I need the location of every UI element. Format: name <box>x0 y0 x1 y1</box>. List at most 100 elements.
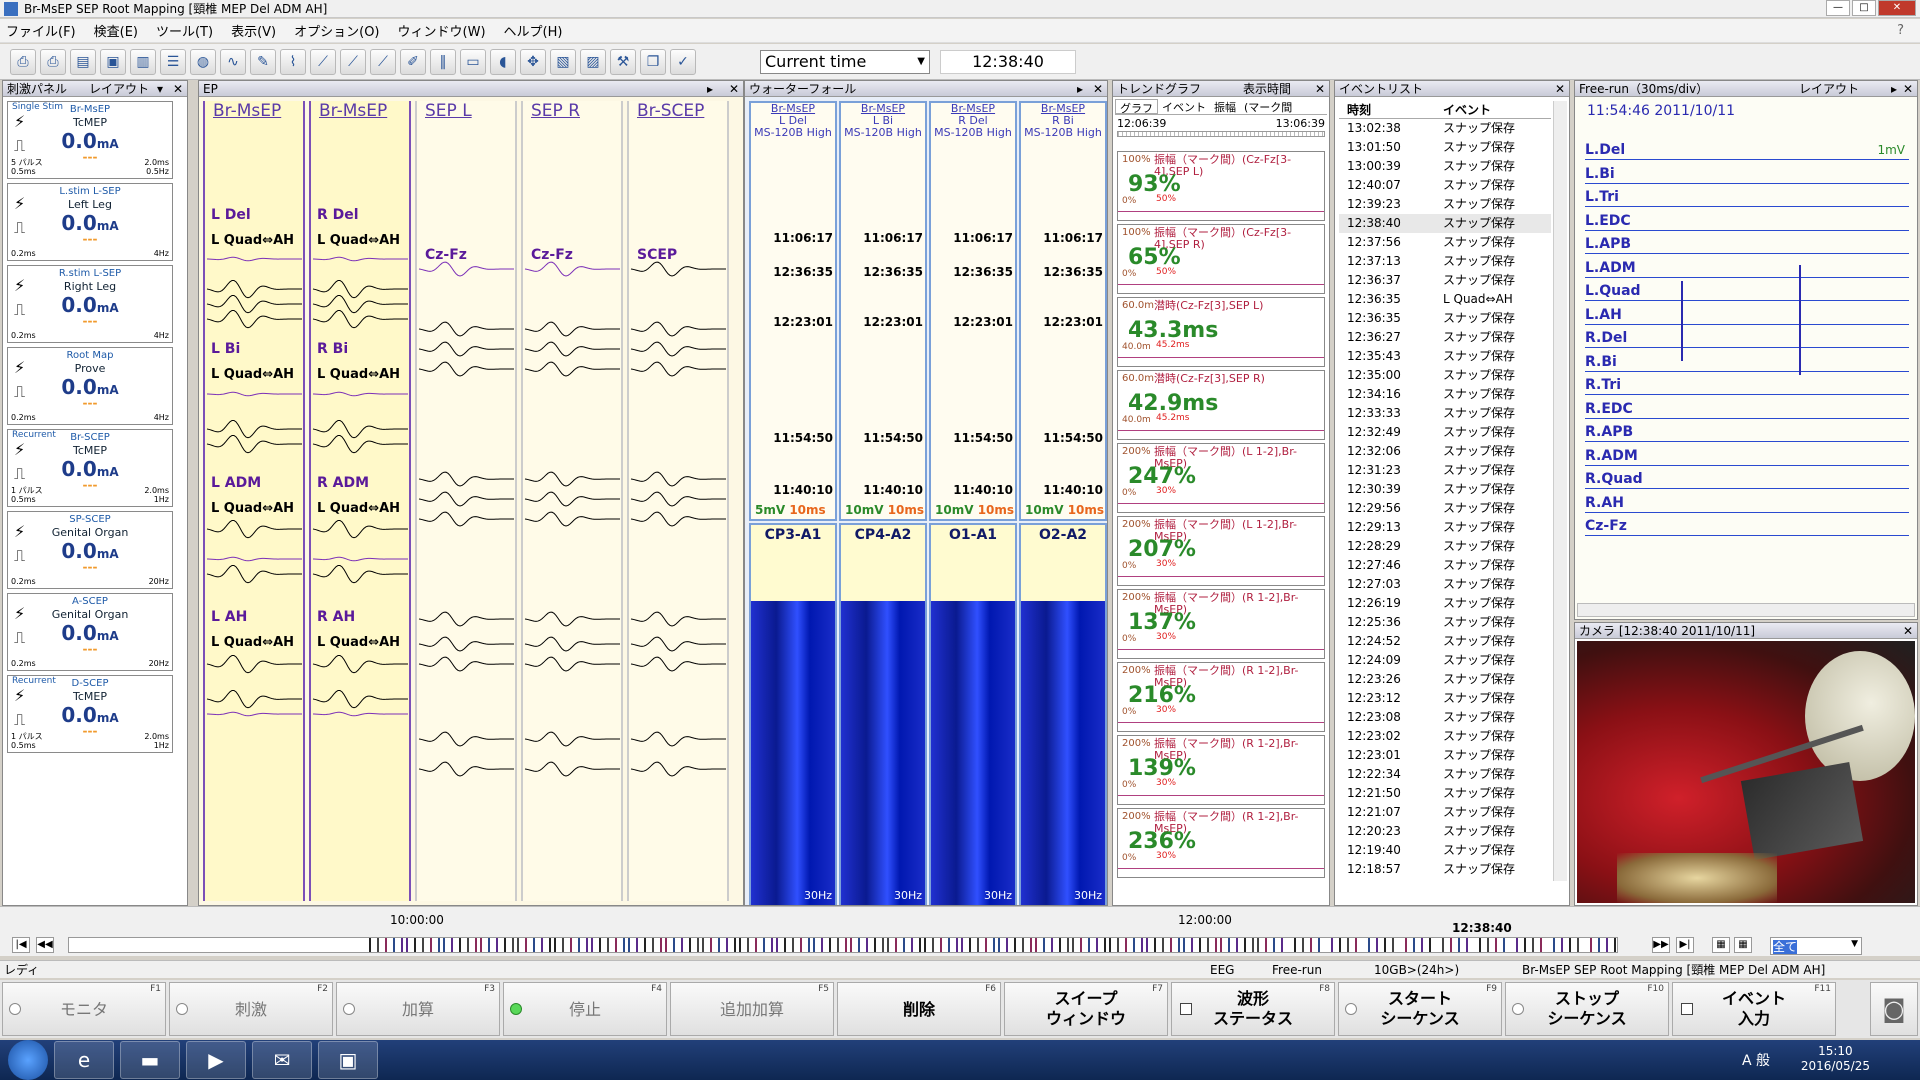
timeline-filter-select[interactable]: 全て ▼ <box>1770 937 1862 955</box>
trend-time-slider[interactable] <box>1117 131 1325 137</box>
col-time[interactable]: 時刻 <box>1339 101 1443 118</box>
menu-view[interactable]: 表示(V) <box>231 21 276 40</box>
panel-icon[interactable]: ▭ <box>460 48 486 75</box>
fkey-button[interactable]: F6 削除 <box>837 982 1001 1036</box>
stim-card[interactable]: ⚡ ⎍ A-SCEP Genital Organ 0.0mA --- 0.2ms 20Hz <box>7 593 173 671</box>
event-row[interactable]: 12:32:06 スナップ保存 <box>1339 442 1551 461</box>
rewind-icon[interactable]: ◀◀ <box>36 937 54 953</box>
edit-icon[interactable]: ✎ <box>250 48 276 75</box>
copy-icon[interactable]: ❐ <box>640 48 666 75</box>
spectrogram-column[interactable]: CP3-A1 30Hz <box>749 523 837 905</box>
fkey-button[interactable]: F11 イベント 入力 <box>1672 982 1836 1036</box>
globe-icon[interactable]: ◍ <box>190 48 216 75</box>
close-icon[interactable]: ✕ <box>1093 81 1103 97</box>
waterfall-column[interactable]: Br-MsEP L Bi MS-120B High 11:06:17 12:36:35 1… <box>839 101 927 521</box>
waveform-icon[interactable]: ∿ <box>220 48 246 75</box>
waterfall-column[interactable]: Br-MsEP R Bi MS-120B High 11:06:17 12:36:35 1… <box>1019 101 1107 521</box>
skip-back-icon[interactable]: |◀ <box>12 937 30 953</box>
document-icon[interactable]: ▤ <box>70 48 96 75</box>
tab-amplitude[interactable]: 振幅 <box>1210 99 1240 114</box>
event-row[interactable]: 12:30:39 スナップ保存 <box>1339 480 1551 499</box>
event-row[interactable]: 12:27:03 スナップ保存 <box>1339 575 1551 594</box>
close-icon[interactable]: ✕ <box>1555 81 1565 97</box>
menu-file[interactable]: ファイル(F) <box>6 21 76 40</box>
menu-options[interactable]: オプション(O) <box>294 21 379 40</box>
trend-graph[interactable]: 200% 振幅（マーク間）(R 1-2],Br-MsEP) 137% 0% 30% <box>1117 589 1325 659</box>
ie-icon[interactable]: e <box>54 1041 114 1079</box>
waterfall-column[interactable]: Br-MsEP L Del MS-120B High 11:06:17 12:36:35… <box>749 101 837 521</box>
camera-icon[interactable]: ◙ <box>1870 982 1918 1036</box>
fkey-button[interactable]: F10 ストップ シーケンス <box>1505 982 1669 1036</box>
fkey-button[interactable]: F4 停止 <box>503 982 667 1036</box>
display-time-menu[interactable]: 表示時間 <box>1243 81 1291 97</box>
spectrogram-column[interactable]: CP4-A2 30Hz <box>839 523 927 905</box>
fkey-button[interactable]: F1 モニタ <box>2 982 166 1036</box>
event-row[interactable]: 12:34:16 スナップ保存 <box>1339 385 1551 404</box>
chart-icon[interactable]: ⌇ <box>280 48 306 75</box>
event-row[interactable]: 12:35:00 スナップ保存 <box>1339 366 1551 385</box>
event-row[interactable]: 12:23:26 スナップ保存 <box>1339 670 1551 689</box>
spectrogram-column[interactable]: O1-A1 30Hz <box>929 523 1017 905</box>
close-icon[interactable]: ✕ <box>729 81 739 97</box>
spectrogram-column[interactable]: O2-A2 30Hz <box>1019 523 1107 905</box>
event-row[interactable]: 12:32:49 スナップ保存 <box>1339 423 1551 442</box>
media-player-icon[interactable]: ▶ <box>186 1041 246 1079</box>
trend-graph[interactable]: 200% 振幅（マーク間）(L 1-2],Br-MsEP) 247% 0% 30% <box>1117 443 1325 513</box>
event-row[interactable]: 12:36:27 スナップ保存 <box>1339 328 1551 347</box>
trend-graph[interactable]: 200% 振幅（マーク間）(L 1-2],Br-MsEP) 207% 0% 30% <box>1117 516 1325 586</box>
event-row[interactable]: 12:28:29 スナップ保存 <box>1339 537 1551 556</box>
close-icon[interactable]: ✕ <box>1903 81 1913 97</box>
tab-mark[interactable]: (マーク間 <box>1240 99 1296 114</box>
event-row[interactable]: 12:24:09 スナップ保存 <box>1339 651 1551 670</box>
stim-card[interactable]: Recurrent ⚡ ⎍ Br-SCEP TcMEP 0.0mA --- 1 パルス 0.5… <box>7 429 173 507</box>
event-row[interactable]: 12:25:36 スナップ保存 <box>1339 613 1551 632</box>
event-row[interactable]: 12:23:02 スナップ保存 <box>1339 727 1551 746</box>
event-row[interactable]: 13:00:39 スナップ保存 <box>1339 157 1551 176</box>
menu-help[interactable]: ヘルプ(H) <box>504 21 563 40</box>
print-icon[interactable]: ⎙ <box>10 48 36 75</box>
event-row[interactable]: 12:21:07 スナップ保存 <box>1339 803 1551 822</box>
minimize-button[interactable]: — <box>1826 0 1850 16</box>
app-icon-2[interactable]: ✉ <box>252 1041 312 1079</box>
event-row[interactable]: 12:21:50 スナップ保存 <box>1339 784 1551 803</box>
event-row[interactable]: 12:27:46 スナップ保存 <box>1339 556 1551 575</box>
event-row[interactable]: 13:02:38 スナップ保存 <box>1339 119 1551 138</box>
event-row[interactable]: 12:35:43 スナップ保存 <box>1339 347 1551 366</box>
close-icon[interactable]: ✕ <box>1903 623 1913 639</box>
event-row[interactable]: 12:19:40 スナップ保存 <box>1339 841 1551 860</box>
time-mode-select[interactable]: Current time ▼ <box>760 50 930 74</box>
chevron-right-icon[interactable]: ▸ <box>1891 81 1897 97</box>
trend-icon[interactable]: ⟋ <box>310 48 336 75</box>
fkey-button[interactable]: F9 スタート シーケンス <box>1338 982 1502 1036</box>
close-icon[interactable]: ✕ <box>1315 81 1325 97</box>
app-icon-3[interactable]: ▣ <box>318 1041 378 1079</box>
marker-icon[interactable]: ⟋ <box>370 48 396 75</box>
event-row[interactable]: 12:37:56 スナップ保存 <box>1339 233 1551 252</box>
printer-icon[interactable]: ⎙ <box>40 48 66 75</box>
event-row[interactable]: 12:39:23 スナップ保存 <box>1339 195 1551 214</box>
event-row[interactable]: 12:38:40 スナップ保存 <box>1339 214 1551 233</box>
folder-icon[interactable]: ▬ <box>120 1041 180 1079</box>
close-icon[interactable]: ✕ <box>173 81 183 97</box>
ime-indicator[interactable]: A 般 <box>1742 1050 1770 1070</box>
clock[interactable]: 15:10 2016/05/25 <box>1801 1044 1870 1074</box>
stim-card[interactable]: ⚡ ⎍ SP-SCEP Genital Organ 0.0mA --- 0.2ms 20Hz <box>7 511 173 589</box>
list-icon[interactable]: ☰ <box>160 48 186 75</box>
image-icon[interactable]: ▧ <box>550 48 576 75</box>
tools-icon[interactable]: ⚒ <box>610 48 636 75</box>
event-row[interactable]: 12:36:35 L Quad⇔AH <box>1339 290 1551 309</box>
trend-graph[interactable]: 200% 振幅（マーク間）(R 1-2],Br-MsEP) 236% 0% 30% <box>1117 808 1325 878</box>
stim-card[interactable]: ⚡ ⎍ L.stim L-SEP Left Leg 0.0mA --- 0.2ms 4Hz <box>7 183 173 261</box>
fkey-button[interactable]: F3 加算 <box>336 982 500 1036</box>
tab-graph[interactable]: グラフ <box>1115 99 1158 115</box>
speaker-icon[interactable]: ◖ <box>490 48 516 75</box>
event-row[interactable]: 12:33:33 スナップ保存 <box>1339 404 1551 423</box>
close-button[interactable]: ✕ <box>1878 0 1916 16</box>
move-icon[interactable]: ✥ <box>520 48 546 75</box>
trend-graph[interactable]: 60.0m 潜時(Cz-Fz[3],SEP L) 43.3ms 40.0m 45.2ms <box>1117 297 1325 367</box>
event-row[interactable]: 12:29:56 スナップ保存 <box>1339 499 1551 518</box>
trend-graph[interactable]: 100% 振幅（マーク間）(Cz-Fz[3-4],SEP L) 93% 0% 50% <box>1117 151 1325 221</box>
fkey-button[interactable]: F2 刺激 <box>169 982 333 1036</box>
trend-graph[interactable]: 200% 振幅（マーク間）(R 1-2],Br-MsEP) 216% 0% 30% <box>1117 662 1325 732</box>
event-row[interactable]: 12:29:13 スナップ保存 <box>1339 518 1551 537</box>
